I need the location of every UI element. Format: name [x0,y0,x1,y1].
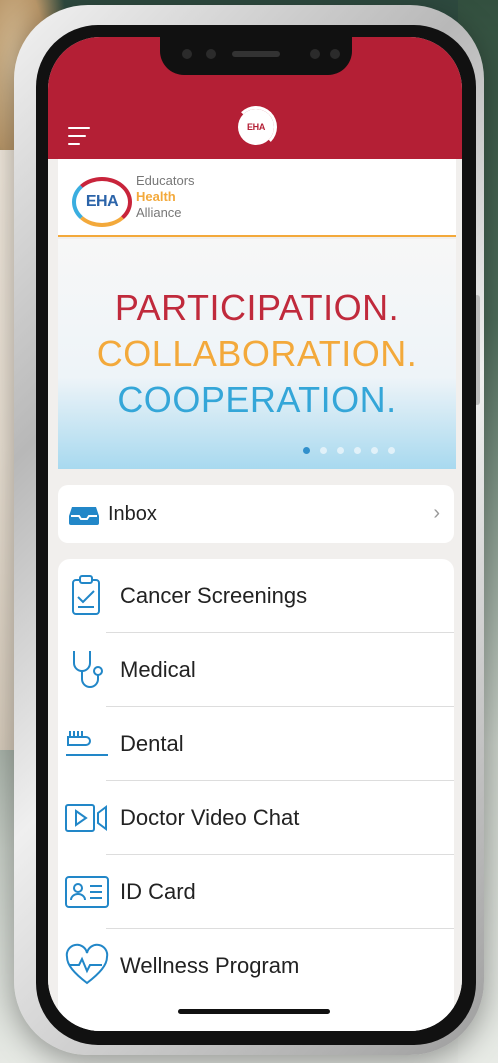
list-item-dental[interactable]: Dental [58,707,454,781]
list-item-wellness-program[interactable]: Wellness Program [58,929,454,1003]
list-item-label: ID Card [120,879,196,904]
brand-bar: EHA Educators Health Alliance [58,159,456,237]
list-item-id-card[interactable]: ID Card [58,855,454,929]
list-item-cancer-screenings[interactable]: Cancer Screenings [58,559,454,633]
hamburger-menu-icon[interactable] [68,127,94,147]
carousel-dot[interactable] [303,447,310,454]
carousel-dot[interactable] [320,447,327,454]
clipboard-check-icon [72,575,100,615]
brand-line-1: Educators [136,173,195,188]
brand-divider [58,235,456,237]
video-icon [65,804,107,832]
banner-line-3: COOPERATION. [117,379,397,420]
services-list: Cancer Screenings Medical Dental Doctor … [58,559,454,1031]
id-card-icon [65,876,109,908]
brand-line-3: Alliance [136,205,182,220]
promo-banner-carousel[interactable]: PARTICIPATION. COLLABORATION. COOPERATIO… [58,239,456,469]
stethoscope-icon [73,651,103,688]
heart-pulse-icon [65,943,109,985]
app-screen: EHA EHA Educators Health Alliance PARTIC… [48,37,462,1031]
chevron-right-icon: › [433,502,440,524]
brand-name: Educators Health Alliance [136,173,195,221]
home-indicator[interactable] [178,1009,330,1014]
phone-notch [160,37,352,75]
carousel-dot[interactable] [354,447,361,454]
inbox-row[interactable]: Inbox › [58,485,454,543]
carousel-page-indicator[interactable] [303,447,395,454]
list-item-label: Dental [120,731,184,756]
header-logo: EHA [235,106,277,148]
list-item-medical[interactable]: Medical [58,633,454,707]
eha-logo: EHA [72,177,132,227]
brand-line-2: Health [136,189,176,204]
list-item-label: Medical [120,657,196,682]
inbox-tray-icon [69,507,99,525]
eha-logo-text: EHA [85,193,119,210]
banner-line-1: PARTICIPATION. [114,287,400,328]
toothbrush-icon [66,731,108,756]
list-item-label: Wellness Program [120,953,300,978]
inbox-label: Inbox [108,503,157,525]
app-header: EHA [48,37,462,159]
carousel-dot[interactable] [337,447,344,454]
list-item-doctor-video-chat[interactable]: Doctor Video Chat [58,781,454,855]
banner-line-2: COLLABORATION. [96,333,418,374]
carousel-dot[interactable] [371,447,378,454]
list-item-label: Doctor Video Chat [120,805,300,830]
app-content: EHA Educators Health Alliance PARTICIPAT… [48,159,462,1031]
list-item-label: Cancer Screenings [120,583,308,608]
carousel-dot[interactable] [388,447,395,454]
